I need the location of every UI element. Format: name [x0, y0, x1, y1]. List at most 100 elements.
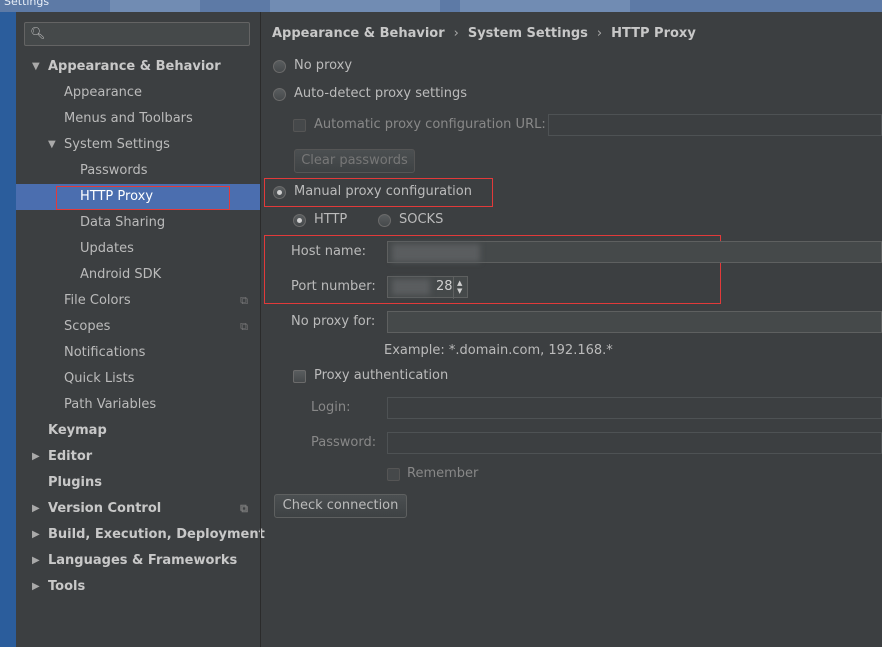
sidebar-item-data-sharing[interactable]: Data Sharing — [16, 210, 260, 236]
sidebar-item-label: Path Variables — [64, 397, 157, 412]
collapse-arrow-icon[interactable]: ▶ — [32, 444, 40, 470]
collapse-arrow-icon[interactable]: ▶ — [32, 548, 40, 574]
auto-detect-label[interactable]: Auto-detect proxy settings — [294, 86, 467, 101]
no-proxy-for-input[interactable] — [387, 311, 882, 333]
sidebar-item-label: Appearance — [64, 85, 143, 100]
sidebar-item-android-sdk[interactable]: Android SDK — [16, 262, 260, 288]
sidebar-item-label: Languages & Frameworks — [48, 553, 238, 568]
port-number-value: 28 — [436, 279, 453, 294]
check-connection-button[interactable]: Check connection — [274, 494, 407, 518]
redacted-host-blur — [392, 244, 480, 262]
sidebar-search-input[interactable]: 🔍︎ — [24, 22, 250, 46]
sidebar-item-label: Quick Lists — [64, 371, 135, 386]
sidebar-item-label: Scopes — [64, 319, 111, 334]
port-number-spinner[interactable]: 28 ▲ ▼ — [387, 276, 468, 299]
taskbar-ghost — [460, 0, 630, 12]
clear-passwords-button[interactable]: Clear passwords — [294, 149, 415, 173]
manual-proxy-label[interactable]: Manual proxy configuration — [294, 184, 472, 199]
sidebar-item-scopes[interactable]: Scopes ⧉ — [16, 314, 260, 340]
sidebar-item-tools[interactable]: ▶ Tools — [16, 574, 260, 600]
project-scope-icon: ⧉ — [240, 294, 248, 307]
password-label: Password: — [311, 435, 377, 450]
spin-up-icon[interactable]: ▲ — [457, 279, 462, 287]
splitter[interactable] — [260, 12, 261, 647]
sidebar-item-path-variables[interactable]: Path Variables — [16, 392, 260, 418]
sidebar-item-passwords[interactable]: Passwords — [16, 158, 260, 184]
taskbar-ghost — [110, 0, 200, 12]
breadcrumb-item: HTTP Proxy — [611, 26, 696, 41]
no-proxy-label[interactable]: No proxy — [294, 58, 352, 73]
collapse-arrow-icon[interactable]: ▶ — [32, 574, 40, 600]
sidebar-item-build-execution-deployment[interactable]: ▶ Build, Execution, Deployment — [16, 522, 265, 548]
breadcrumb-item: Appearance & Behavior — [272, 26, 445, 41]
sidebar-item-menus-and-toolbars[interactable]: Menus and Toolbars — [16, 106, 260, 132]
sidebar-item-label: Menus and Toolbars — [64, 111, 193, 126]
taskbar-ghost — [270, 0, 440, 12]
proxy-auth-label[interactable]: Proxy authentication — [314, 368, 448, 383]
sidebar-item-notifications[interactable]: Notifications — [16, 340, 260, 366]
socks-label[interactable]: SOCKS — [399, 212, 443, 227]
login-label: Login: — [311, 400, 351, 415]
breadcrumb-item: System Settings — [467, 26, 588, 41]
sidebar-item-label: Android SDK — [80, 267, 162, 282]
window-left-edge — [0, 12, 16, 647]
collapse-arrow-icon[interactable]: ▶ — [32, 496, 40, 522]
auto-url-input[interactable] — [548, 114, 882, 136]
sidebar-item-quick-lists[interactable]: Quick Lists — [16, 366, 260, 392]
sidebar-item-editor[interactable]: ▶ Editor — [16, 444, 260, 470]
sidebar-item-label: Version Control — [48, 501, 162, 516]
chevron-right-icon: › — [596, 26, 603, 41]
chevron-right-icon: › — [453, 26, 459, 41]
sidebar-item-updates[interactable]: Updates — [16, 236, 260, 262]
password-input[interactable] — [387, 432, 882, 454]
sidebar-item-label: File Colors — [64, 293, 131, 308]
project-scope-icon: ⧉ — [240, 502, 248, 515]
sidebar-item-label: Plugins — [48, 475, 102, 490]
remember-label: Remember — [407, 466, 479, 481]
no-proxy-radio[interactable] — [273, 60, 286, 73]
socks-radio[interactable] — [378, 214, 391, 227]
collapse-arrow-icon[interactable]: ▶ — [32, 522, 40, 548]
sidebar-item-label: Data Sharing — [80, 215, 166, 230]
sidebar-item-label: Appearance & Behavior — [48, 59, 221, 74]
spin-down-icon[interactable]: ▼ — [457, 287, 462, 295]
window-title-bar: Settings — [0, 0, 882, 12]
remember-checkbox[interactable] — [387, 468, 400, 481]
redacted-port-blur — [392, 279, 430, 295]
highlight-selected-box — [56, 186, 230, 210]
expand-arrow-icon[interactable]: ▼ — [32, 54, 40, 80]
sidebar-item-version-control[interactable]: ▶ Version Control ⧉ — [16, 496, 260, 522]
no-proxy-for-label: No proxy for: — [291, 314, 376, 329]
sidebar-item-label: Tools — [48, 579, 86, 594]
manual-proxy-radio[interactable] — [273, 186, 286, 199]
sidebar-item-system-settings[interactable]: ▼ System Settings — [16, 132, 260, 158]
sidebar-item-label: Build, Execution, Deployment — [48, 527, 265, 542]
sidebar-item-label: Notifications — [64, 345, 146, 360]
port-number-label: Port number: — [291, 279, 376, 294]
no-proxy-example-text: Example: *.domain.com, 192.168.* — [384, 343, 613, 358]
login-input[interactable] — [387, 397, 882, 419]
sidebar-item-file-colors[interactable]: File Colors ⧉ — [16, 288, 260, 314]
sidebar-item-label: Updates — [80, 241, 134, 256]
sidebar-item-languages-frameworks[interactable]: ▶ Languages & Frameworks — [16, 548, 260, 574]
host-name-label: Host name: — [291, 244, 366, 259]
sidebar-item-label: Editor — [48, 449, 93, 464]
auto-detect-radio[interactable] — [273, 88, 286, 101]
project-scope-icon: ⧉ — [240, 320, 248, 333]
http-radio[interactable] — [293, 214, 306, 227]
sidebar-item-plugins[interactable]: Plugins — [16, 470, 260, 496]
sidebar-item-label: Passwords — [80, 163, 148, 178]
sidebar-item-keymap[interactable]: Keymap — [16, 418, 260, 444]
sidebar-item-label: Keymap — [48, 423, 107, 438]
port-spinner-buttons[interactable]: ▲ ▼ — [453, 277, 467, 299]
auto-url-checkbox[interactable] — [293, 119, 306, 132]
expand-arrow-icon[interactable]: ▼ — [48, 132, 56, 158]
breadcrumb: Appearance & Behavior › System Settings › HT… — [272, 26, 696, 41]
sidebar-item-appearance[interactable]: Appearance — [16, 80, 260, 106]
sidebar-item-label: System Settings — [64, 137, 170, 152]
http-label[interactable]: HTTP — [314, 212, 347, 227]
window-title: Settings — [4, 0, 50, 8]
search-icon: 🔍︎ — [30, 26, 46, 40]
proxy-auth-checkbox[interactable] — [293, 370, 306, 383]
sidebar-item-appearance-behavior[interactable]: ▼ Appearance & Behavior — [16, 54, 260, 80]
